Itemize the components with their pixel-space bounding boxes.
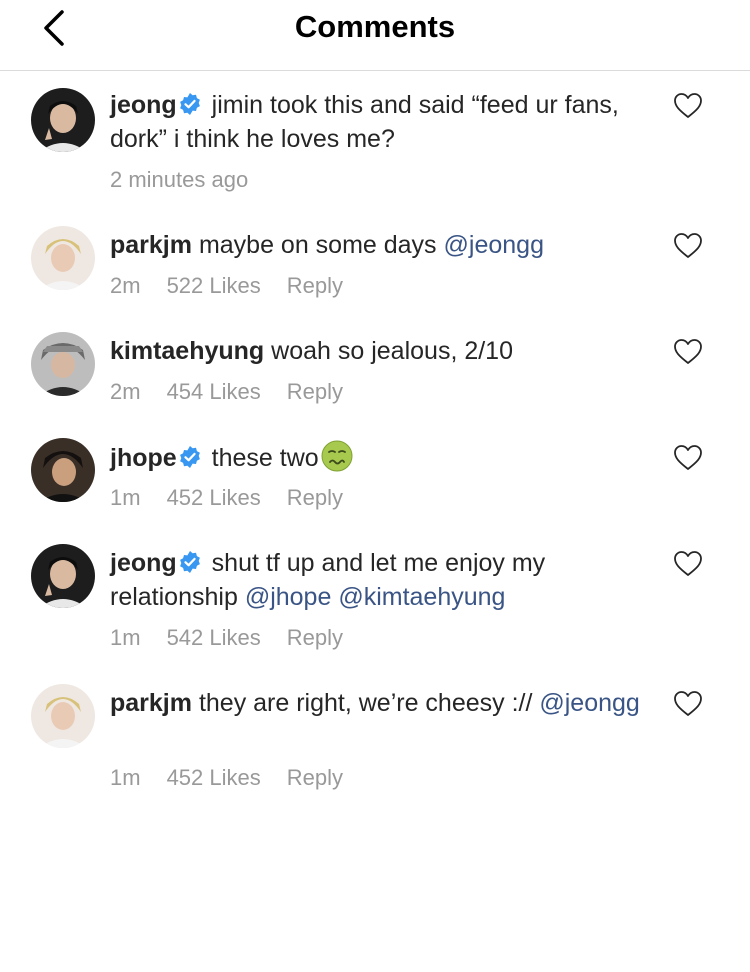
page-title: Comments: [294, 9, 456, 44]
mention-link[interactable]: @kimtaehyung: [338, 583, 505, 611]
comment-body: parkjm maybe on some days @jeongg: [110, 228, 650, 262]
likes-count[interactable]: 452 Likes: [167, 485, 261, 510]
comment-body: jeong shut tf up and let me enjoy my rela…: [110, 546, 650, 614]
timestamp: 1m: [110, 765, 141, 790]
username[interactable]: jhope: [110, 444, 177, 472]
mention-link[interactable]: @jhope: [245, 583, 332, 611]
comment-text: woah so jealous, 2/10: [271, 337, 513, 365]
comment-body: parkjm they are right, we’re cheesy :// …: [110, 686, 650, 720]
heart-icon[interactable]: [673, 550, 703, 578]
comment-meta: 1m 452 Likes Reply: [110, 764, 369, 792]
avatar[interactable]: [31, 438, 95, 502]
comment-text: these two: [211, 444, 319, 472]
timestamp: 2m: [110, 379, 141, 404]
avatar[interactable]: [31, 684, 95, 748]
reply-button[interactable]: Reply: [287, 273, 343, 298]
likes-count[interactable]: 522 Likes: [167, 273, 261, 298]
likes-count[interactable]: 542 Likes: [167, 625, 261, 650]
reply-button[interactable]: Reply: [287, 485, 343, 510]
comment-text: they are right, we’re cheesy ://: [198, 689, 533, 717]
avatar[interactable]: [31, 332, 95, 396]
header: Comments: [0, 0, 750, 71]
timestamp: 2m: [110, 273, 141, 298]
heart-icon[interactable]: [673, 92, 703, 120]
username[interactable]: parkjm: [110, 689, 192, 717]
comment-text: maybe on some days: [198, 231, 437, 259]
avatar[interactable]: [31, 544, 95, 608]
heart-icon[interactable]: [673, 232, 703, 260]
nauseated-face-emoji: [321, 440, 353, 472]
comment-body: jhope these two: [110, 440, 650, 475]
mention-link[interactable]: @jeongg: [539, 689, 639, 717]
likes-count[interactable]: 452 Likes: [167, 765, 261, 790]
comment-meta: 1m 452 Likes Reply: [110, 484, 369, 512]
heart-icon[interactable]: [673, 444, 703, 472]
username[interactable]: jeong: [110, 91, 177, 119]
timestamp: 1m: [110, 625, 141, 650]
comment-meta: 1m 542 Likes Reply: [110, 624, 369, 652]
mention-link[interactable]: @jeongg: [444, 231, 544, 259]
username[interactable]: jeong: [110, 549, 177, 577]
reply-button[interactable]: Reply: [287, 625, 343, 650]
heart-icon[interactable]: [673, 690, 703, 718]
timestamp: 1m: [110, 485, 141, 510]
avatar[interactable]: [31, 88, 95, 152]
verified-badge-icon: [179, 551, 200, 573]
username[interactable]: parkjm: [110, 231, 192, 259]
comment-meta: 2m 454 Likes Reply: [110, 378, 369, 406]
verified-badge-icon: [179, 446, 200, 468]
comment-body: jeong jimin took this and said “feed ur f…: [110, 88, 650, 156]
heart-icon[interactable]: [673, 338, 703, 366]
avatar[interactable]: [31, 226, 95, 290]
likes-count[interactable]: 454 Likes: [167, 379, 261, 404]
chevron-left-icon[interactable]: [34, 6, 78, 50]
comment-meta: 2 minutes ago: [110, 166, 274, 194]
comment-meta: 2m 522 Likes Reply: [110, 272, 369, 300]
reply-button[interactable]: Reply: [287, 379, 343, 404]
verified-badge-icon: [179, 93, 200, 115]
comment-body: kimtaehyung woah so jealous, 2/10: [110, 334, 650, 368]
timestamp: 2 minutes ago: [110, 167, 249, 192]
username[interactable]: kimtaehyung: [110, 337, 264, 365]
reply-button[interactable]: Reply: [287, 765, 343, 790]
